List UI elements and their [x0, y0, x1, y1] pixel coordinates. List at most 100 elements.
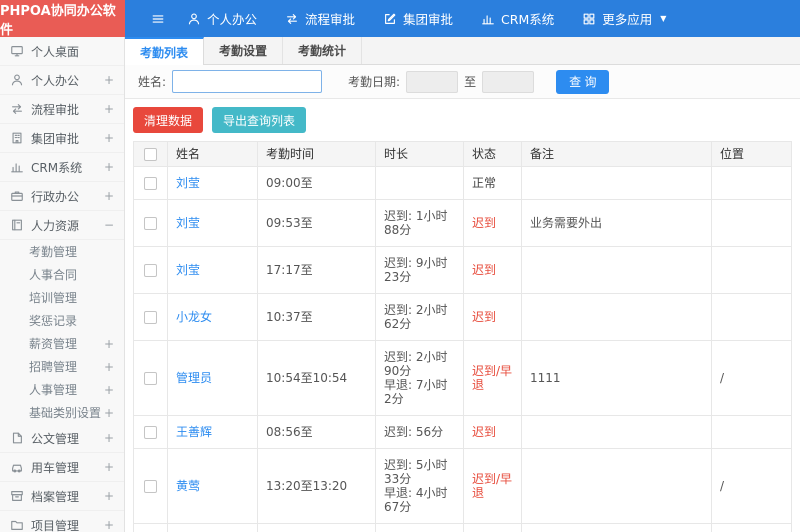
- table-header-row: 姓名 考勤时间 时长 状态 备注 位置: [133, 141, 792, 167]
- status-cell: 迟到: [463, 293, 522, 341]
- search-button[interactable]: 查 询: [556, 69, 610, 94]
- folder-icon: [10, 518, 24, 532]
- expand-toggle-icon[interactable]: +: [104, 406, 114, 420]
- archive-icon: [10, 489, 24, 503]
- sidebar-subitem-label: 基础类别设置: [29, 406, 102, 420]
- expand-toggle-icon[interactable]: +: [104, 337, 114, 351]
- sidebar-subitem[interactable]: 考勤管理: [0, 240, 124, 263]
- sidebar-item[interactable]: 档案管理 +: [0, 482, 124, 511]
- top-nav-item[interactable]: 流程审批: [285, 9, 355, 28]
- top-nav-item[interactable]: 个人办公: [187, 9, 257, 28]
- person-icon: [10, 73, 24, 87]
- org-icon: [10, 131, 24, 145]
- location-cell: [711, 199, 792, 247]
- expand-toggle-icon[interactable]: +: [104, 489, 114, 503]
- date-to-input[interactable]: [482, 70, 535, 93]
- date-from-input[interactable]: [406, 70, 459, 93]
- sidebar-subitem[interactable]: 人事合同: [0, 263, 124, 286]
- expand-toggle-icon[interactable]: +: [104, 383, 114, 397]
- sidebar-subitem[interactable]: 培训管理: [0, 286, 124, 309]
- employee-name-link[interactable]: 刘莹: [176, 216, 200, 230]
- expand-toggle-icon[interactable]: +: [104, 131, 114, 145]
- export-list-button[interactable]: 导出查询列表: [212, 107, 307, 133]
- sidebar-item[interactable]: 用车管理 +: [0, 453, 124, 482]
- top-nav-item[interactable]: 集团审批: [383, 9, 453, 28]
- sidebar-item[interactable]: 集团审批 +: [0, 124, 124, 153]
- select-all-checkbox[interactable]: [144, 148, 157, 161]
- sidebar-subitem[interactable]: 薪资管理 +: [0, 332, 124, 355]
- tab-item[interactable]: 考勤统计: [283, 37, 363, 64]
- row-checkbox[interactable]: [144, 264, 157, 277]
- duration-cell: 迟到: 56分: [375, 415, 464, 449]
- top-nav-label: 更多应用: [602, 12, 653, 27]
- row-checkbox[interactable]: [144, 426, 157, 439]
- employee-name-link[interactable]: 刘莹: [176, 263, 200, 277]
- sidebar-item[interactable]: 个人办公 +: [0, 66, 124, 95]
- table-row: 黄莺 13:20至13:20 迟到: 5小时33分 早退: 4小时67分 迟到/早退 /: [133, 448, 792, 524]
- expand-toggle-icon[interactable]: +: [104, 518, 114, 532]
- top-nav-item[interactable]: 更多应用 ▼: [582, 9, 666, 28]
- sidebar-item[interactable]: 公文管理 +: [0, 424, 124, 453]
- sidebar-subitem-label: 人事合同: [29, 268, 78, 282]
- tab-item[interactable]: 考勤设置: [204, 37, 284, 64]
- sidebar-item[interactable]: 项目管理 +: [0, 511, 124, 532]
- employee-name-link[interactable]: 小龙女: [176, 310, 212, 324]
- row-checkbox[interactable]: [144, 177, 157, 190]
- briefcase-icon: [10, 189, 24, 203]
- expand-toggle-icon[interactable]: +: [104, 360, 114, 374]
- row-checkbox[interactable]: [144, 311, 157, 324]
- sidebar-item-label: 公文管理: [31, 431, 80, 446]
- sidebar-subitem[interactable]: 奖惩记录: [0, 309, 124, 332]
- location-cell: [711, 523, 792, 532]
- attendance-time-cell: 10:02至: [257, 523, 376, 532]
- car-icon: [10, 460, 24, 474]
- sidebar-item[interactable]: 个人桌面: [0, 37, 124, 66]
- sidebar-subitem[interactable]: 人事管理 +: [0, 378, 124, 401]
- employee-name-link[interactable]: 管理员: [176, 371, 212, 385]
- sidebar-item-label: 项目管理: [31, 518, 80, 532]
- row-checkbox[interactable]: [144, 217, 157, 230]
- sidebar-subitem-label: 培训管理: [29, 291, 78, 305]
- expand-toggle-icon[interactable]: +: [104, 102, 114, 116]
- top-nav: 个人办公 流程审批 集团审批 CRM系统 更多应用 ▼: [187, 9, 694, 28]
- note-cell: [521, 166, 712, 200]
- note-cell: [521, 448, 712, 524]
- sidebar-item[interactable]: 人力资源 −: [0, 211, 124, 240]
- sidebar-item-label: 集团审批: [31, 131, 80, 146]
- menu-toggle-icon[interactable]: [151, 12, 165, 26]
- expand-toggle-icon[interactable]: +: [104, 431, 114, 445]
- chart-icon: [10, 160, 24, 174]
- expand-toggle-icon[interactable]: −: [104, 218, 114, 232]
- row-checkbox[interactable]: [144, 480, 157, 493]
- app-logo[interactable]: PHPOA协同办公软件: [0, 0, 125, 38]
- expand-toggle-icon[interactable]: +: [104, 189, 114, 203]
- date-to-label: 至: [464, 75, 477, 89]
- status-cell: 迟到/早退: [463, 340, 522, 416]
- sidebar-subitem[interactable]: 基础类别设置 +: [0, 401, 124, 424]
- table-container: 姓名 考勤时间 时长 状态 备注 位置 刘莹 09:00至 正常 刘莹 09:53至 迟到: 1小时…: [125, 141, 800, 532]
- employee-name-link[interactable]: 黄莺: [176, 479, 200, 493]
- desktop-icon: [10, 44, 24, 58]
- sidebar-item[interactable]: 流程审批 +: [0, 95, 124, 124]
- attendance-table: 姓名 考勤时间 时长 状态 备注 位置 刘莹 09:00至 正常 刘莹 09:53至 迟到: 1小时…: [133, 141, 792, 532]
- expand-toggle-icon[interactable]: +: [104, 160, 114, 174]
- top-nav-item[interactable]: CRM系统: [481, 9, 554, 28]
- employee-name-link[interactable]: 王善辉: [176, 425, 212, 439]
- note-cell: 1111: [521, 340, 712, 416]
- sidebar-item[interactable]: 行政办公 +: [0, 182, 124, 211]
- location-cell: [711, 415, 792, 449]
- sidebar-subitem[interactable]: 招聘管理 +: [0, 355, 124, 378]
- attendance-time-cell: 09:53至: [257, 199, 376, 247]
- column-header: 考勤时间: [257, 141, 376, 167]
- sidebar-item[interactable]: CRM系统 +: [0, 153, 124, 182]
- name-filter-input[interactable]: [172, 70, 323, 93]
- employee-name-link[interactable]: 刘莹: [176, 176, 200, 190]
- row-checkbox[interactable]: [144, 372, 157, 385]
- expand-toggle-icon[interactable]: +: [104, 73, 114, 87]
- attendance-time-cell: 10:37至: [257, 293, 376, 341]
- duration-cell: 迟到: 9小时23分: [375, 246, 464, 294]
- clean-data-button[interactable]: 清理数据: [133, 107, 204, 133]
- top-nav-label: 流程审批: [305, 12, 356, 27]
- tab-item[interactable]: 考勤列表: [125, 37, 205, 65]
- expand-toggle-icon[interactable]: +: [104, 460, 114, 474]
